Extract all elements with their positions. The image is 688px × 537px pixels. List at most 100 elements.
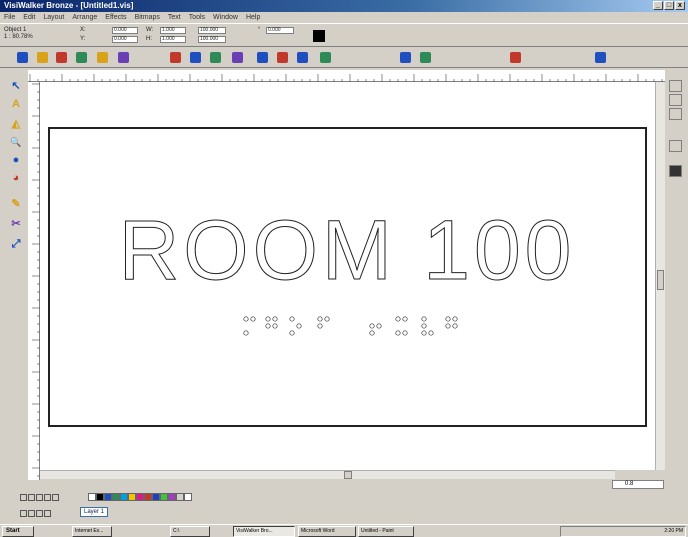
x-field[interactable]: 0.000: [112, 27, 138, 34]
start-button[interactable]: Start: [2, 526, 34, 537]
text-icon[interactable]: [400, 52, 411, 63]
trim-icon[interactable]: [320, 52, 331, 63]
minimize-button[interactable]: _: [653, 1, 663, 10]
outline-color-swatch[interactable]: [313, 30, 325, 42]
dock-button-1[interactable]: [669, 80, 682, 92]
w-field[interactable]: 1.000: [160, 27, 186, 34]
sign-text[interactable]: ROOM 100: [118, 203, 576, 298]
first-page-button[interactable]: [20, 494, 27, 501]
palette-swatch[interactable]: [120, 493, 128, 501]
prev-layer-button[interactable]: [28, 509, 35, 517]
last-page-button[interactable]: [44, 494, 51, 501]
measure-tool-icon[interactable]: ⤢: [10, 238, 22, 250]
next-page-button[interactable]: [36, 494, 43, 501]
palette-swatch[interactable]: [104, 493, 112, 501]
text-tool-icon[interactable]: A: [10, 98, 22, 110]
braille-dot: [272, 323, 278, 329]
import-icon[interactable]: [190, 52, 201, 63]
task-button[interactable]: C:\: [170, 526, 210, 537]
w-label: W:: [146, 27, 154, 33]
task-button[interactable]: Microsoft Word: [298, 526, 356, 537]
palette-swatch[interactable]: [176, 493, 184, 501]
layer-tab[interactable]: Layer 1: [80, 507, 109, 517]
new-icon[interactable]: [17, 52, 28, 63]
braille-dot: [395, 316, 401, 322]
palette-swatch[interactable]: [128, 493, 136, 501]
palette-swatch[interactable]: [152, 493, 160, 501]
fill-icon[interactable]: [510, 52, 521, 63]
dock-button-5[interactable]: [669, 165, 682, 177]
first-layer-button[interactable]: [20, 509, 27, 517]
h-field[interactable]: 1.000: [160, 36, 186, 43]
task-button[interactable]: Internet Ex...: [72, 526, 112, 537]
knife-tool-icon[interactable]: ✂: [10, 218, 22, 230]
redo-icon[interactable]: [170, 52, 181, 63]
menu-bitmaps[interactable]: Bitmaps: [135, 12, 160, 23]
property-bar: Object 1 1 : 80.78% X: 0.000 Y: 0.000 W:…: [0, 23, 688, 47]
grid-icon[interactable]: [257, 52, 268, 63]
menu-layout[interactable]: Layout: [43, 12, 64, 23]
h-label: H:: [146, 36, 152, 42]
object-info: Object 1 1 : 80.78%: [4, 27, 33, 41]
ellipse-tool-icon[interactable]: ◕: [10, 172, 22, 184]
zoom-level-field[interactable]: 0.8: [612, 480, 664, 489]
undo-icon[interactable]: [118, 52, 129, 63]
next-layer-button[interactable]: [36, 509, 43, 517]
scale-x-field[interactable]: 100.000: [198, 27, 226, 34]
palette-swatch[interactable]: [136, 493, 144, 501]
menu-edit[interactable]: Edit: [23, 12, 35, 23]
shape-tool-icon[interactable]: ◭: [10, 118, 22, 130]
weld-icon[interactable]: [297, 52, 308, 63]
add-page-button[interactable]: [52, 494, 59, 501]
pen-tool-icon[interactable]: ✎: [10, 198, 22, 210]
last-layer-button[interactable]: [44, 509, 51, 517]
zoom-icon[interactable]: [232, 52, 243, 63]
vertical-scrollbar[interactable]: [655, 82, 665, 470]
vertical-scroll-thumb[interactable]: [657, 270, 664, 290]
horizontal-scroll-thumb[interactable]: [344, 471, 352, 479]
angle-field[interactable]: 0.000: [266, 27, 294, 34]
menu-effects[interactable]: Effects: [105, 12, 126, 23]
braille-dots[interactable]: [243, 316, 458, 336]
menu-file[interactable]: File: [4, 12, 15, 23]
pick-tool-icon[interactable]: ↖: [10, 80, 22, 92]
palette-swatch[interactable]: [184, 493, 192, 501]
outline-icon[interactable]: [595, 52, 606, 63]
zoom-tool-icon[interactable]: 🔍: [10, 136, 22, 148]
horizontal-ruler: [28, 70, 665, 82]
menu-text[interactable]: Text: [168, 12, 181, 23]
prev-page-button[interactable]: [28, 494, 35, 501]
open-icon[interactable]: [37, 52, 48, 63]
maximize-button[interactable]: □: [664, 1, 674, 10]
task-button[interactable]: Untitled - Paint: [358, 526, 414, 537]
palette-swatch[interactable]: [96, 493, 104, 501]
print-icon[interactable]: [76, 52, 87, 63]
palette-swatch[interactable]: [88, 493, 96, 501]
cut-icon[interactable]: [97, 52, 108, 63]
color-icon[interactable]: [420, 52, 431, 63]
palette-swatch[interactable]: [168, 493, 176, 501]
menu-help[interactable]: Help: [246, 12, 260, 23]
dock-button-4[interactable]: [669, 140, 682, 152]
close-button[interactable]: x: [675, 1, 685, 10]
horizontal-scrollbar[interactable]: [40, 470, 615, 479]
scale-y-field[interactable]: 100.000: [198, 36, 226, 43]
sign-border-rectangle[interactable]: ROOM 100: [48, 127, 647, 427]
angle-label: °: [258, 27, 261, 33]
palette-swatch[interactable]: [144, 493, 152, 501]
menu-window[interactable]: Window: [213, 12, 238, 23]
save-icon[interactable]: [56, 52, 67, 63]
braille-dot: [452, 323, 458, 329]
menu-tools[interactable]: Tools: [189, 12, 205, 23]
node-icon[interactable]: [277, 52, 288, 63]
menu-arrange[interactable]: Arrange: [72, 12, 97, 23]
task-button-active[interactable]: VisiWalker Bro...: [233, 526, 295, 537]
braille-dot: [243, 316, 249, 322]
dock-button-3[interactable]: [669, 108, 682, 120]
y-field[interactable]: 0.000: [112, 36, 138, 43]
fill-tool-icon[interactable]: ●: [10, 154, 22, 166]
palette-swatch[interactable]: [160, 493, 168, 501]
palette-swatch[interactable]: [112, 493, 120, 501]
export-icon[interactable]: [210, 52, 221, 63]
dock-button-2[interactable]: [669, 94, 682, 106]
